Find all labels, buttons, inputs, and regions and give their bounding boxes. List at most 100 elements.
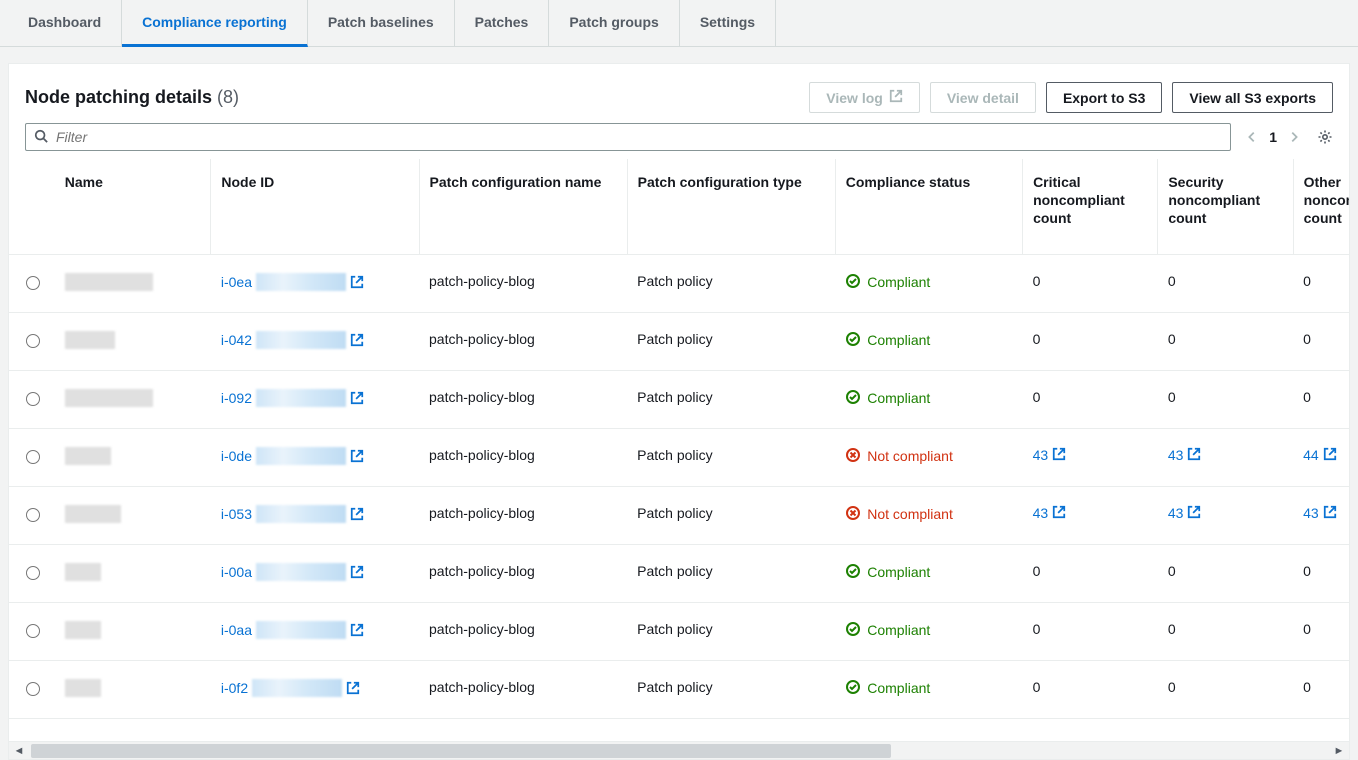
- row-select-radio[interactable]: [26, 392, 40, 406]
- panel-title: Node patching details (8): [25, 87, 239, 108]
- other-count-link[interactable]: 44: [1303, 447, 1337, 464]
- view-log-label: View log: [826, 90, 883, 106]
- other-count-cell: 0: [1293, 370, 1349, 428]
- external-link-icon: [1323, 447, 1337, 464]
- node-patching-table: Name Node ID Patch configuration name Pa…: [9, 159, 1349, 719]
- external-link-icon[interactable]: [350, 333, 364, 347]
- export-to-s3-button[interactable]: Export to S3: [1046, 82, 1162, 113]
- tab-dashboard[interactable]: Dashboard: [8, 0, 122, 46]
- table-scroll[interactable]: Name Node ID Patch configuration name Pa…: [9, 159, 1349, 741]
- status-compliant: Compliant: [845, 273, 930, 292]
- view-all-s3-exports-button[interactable]: View all S3 exports: [1172, 82, 1333, 113]
- x-circle-icon: [845, 505, 861, 524]
- x-circle-icon: [845, 447, 861, 466]
- node-id-link[interactable]: i-0de: [221, 448, 252, 464]
- col-select: [9, 159, 55, 254]
- status-label: Compliant: [867, 274, 930, 290]
- next-page-button: [1287, 130, 1301, 144]
- tab-patch-baselines[interactable]: Patch baselines: [308, 0, 455, 46]
- external-link-icon[interactable]: [350, 275, 364, 289]
- redacted-node-id: [252, 679, 342, 697]
- row-select-radio[interactable]: [26, 508, 40, 522]
- external-link-icon[interactable]: [350, 391, 364, 405]
- row-select-radio[interactable]: [26, 334, 40, 348]
- external-link-icon[interactable]: [350, 449, 364, 463]
- redacted-node-id: [256, 621, 346, 639]
- redacted-node-id: [256, 389, 346, 407]
- critical-count-link[interactable]: 43: [1033, 447, 1067, 464]
- external-link-icon[interactable]: [350, 623, 364, 637]
- patch-config-name-cell: patch-policy-blog: [419, 312, 627, 370]
- other-count-link[interactable]: 43: [1303, 505, 1337, 522]
- status-compliant: Compliant: [845, 563, 930, 582]
- critical-count-cell: 0: [1023, 660, 1158, 718]
- table-row: i-0depatch-policy-blogPatch policyNot co…: [9, 428, 1349, 486]
- table-row: i-0eapatch-policy-blogPatch policyCompli…: [9, 254, 1349, 312]
- redacted-node-id: [256, 505, 346, 523]
- scroll-left-arrow-icon[interactable]: ◄: [9, 742, 29, 759]
- col-compliance-status: Compliance status: [835, 159, 1022, 254]
- external-link-icon: [889, 89, 903, 106]
- check-circle-icon: [845, 679, 861, 698]
- patch-config-name-cell: patch-policy-blog: [419, 486, 627, 544]
- node-id-link[interactable]: i-0ea: [221, 274, 252, 290]
- table-wrap: Name Node ID Patch configuration name Pa…: [9, 159, 1349, 759]
- status-label: Compliant: [867, 622, 930, 638]
- tabs-bar: Dashboard Compliance reporting Patch bas…: [0, 0, 1358, 47]
- critical-count-cell: 0: [1023, 370, 1158, 428]
- redacted-node-id: [256, 447, 346, 465]
- col-patch-cfg-name: Patch configuration name: [419, 159, 627, 254]
- node-id-link[interactable]: i-042: [221, 332, 252, 348]
- external-link-icon[interactable]: [350, 565, 364, 579]
- node-id-link[interactable]: i-092: [221, 390, 252, 406]
- count-value: 43: [1033, 447, 1049, 463]
- filter-input[interactable]: [54, 128, 1222, 146]
- row-select-radio[interactable]: [26, 682, 40, 696]
- filter-box[interactable]: [25, 123, 1231, 151]
- patch-config-type-cell: Patch policy: [627, 486, 835, 544]
- tab-patch-groups[interactable]: Patch groups: [549, 0, 679, 46]
- security-count-cell: 0: [1158, 544, 1293, 602]
- status-label: Not compliant: [867, 448, 953, 464]
- count-value: 43: [1033, 505, 1049, 521]
- redacted-name: [65, 389, 153, 407]
- patch-config-name-cell: patch-policy-blog: [419, 254, 627, 312]
- col-critical-count: Critical noncompliant count: [1023, 159, 1158, 254]
- row-select-radio[interactable]: [26, 450, 40, 464]
- node-id-link[interactable]: i-0f2: [221, 680, 248, 696]
- col-node-id: Node ID: [211, 159, 419, 254]
- search-icon: [34, 129, 54, 146]
- row-select-radio[interactable]: [26, 276, 40, 290]
- node-id-link[interactable]: i-00a: [221, 564, 252, 580]
- status-compliant: Compliant: [845, 331, 930, 350]
- node-id-link[interactable]: i-0aa: [221, 622, 252, 638]
- redacted-name: [65, 679, 101, 697]
- tab-patches[interactable]: Patches: [455, 0, 550, 46]
- scrollbar-thumb[interactable]: [31, 744, 891, 758]
- horizontal-scrollbar[interactable]: ◄ ►: [9, 741, 1349, 759]
- redacted-node-id: [256, 331, 346, 349]
- tab-settings[interactable]: Settings: [680, 0, 776, 46]
- settings-button[interactable]: [1317, 129, 1333, 145]
- security-count-link[interactable]: 43: [1168, 447, 1202, 464]
- redacted-node-id: [256, 273, 346, 291]
- row-select-radio[interactable]: [26, 566, 40, 580]
- critical-count-link[interactable]: 43: [1033, 505, 1067, 522]
- redacted-name: [65, 447, 111, 465]
- external-link-icon[interactable]: [346, 681, 360, 695]
- security-count-cell: 0: [1158, 312, 1293, 370]
- patch-config-type-cell: Patch policy: [627, 660, 835, 718]
- critical-count-cell: 0: [1023, 254, 1158, 312]
- node-id-link[interactable]: i-053: [221, 506, 252, 522]
- count-value: 44: [1303, 447, 1319, 463]
- tab-compliance-reporting[interactable]: Compliance reporting: [122, 0, 308, 47]
- check-circle-icon: [845, 273, 861, 292]
- security-count-link[interactable]: 43: [1168, 505, 1202, 522]
- row-select-radio[interactable]: [26, 624, 40, 638]
- patch-config-type-cell: Patch policy: [627, 370, 835, 428]
- external-link-icon[interactable]: [350, 507, 364, 521]
- patch-config-type-cell: Patch policy: [627, 312, 835, 370]
- scroll-right-arrow-icon[interactable]: ►: [1329, 742, 1349, 759]
- security-count-cell: 0: [1158, 602, 1293, 660]
- count-value: 43: [1168, 447, 1184, 463]
